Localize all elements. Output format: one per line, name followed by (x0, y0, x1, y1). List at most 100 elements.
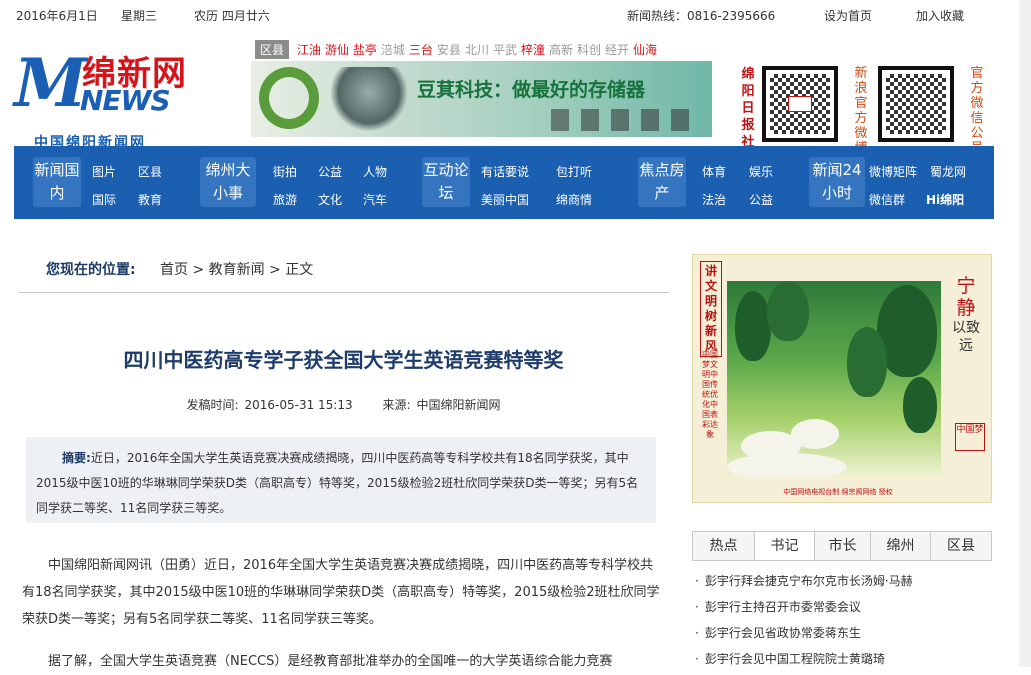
site-logo[interactable]: M 绵新网 NEWS 中国绵阳新闻网 (14, 42, 244, 152)
add-favorite-link[interactable]: 加入收藏 (916, 7, 964, 24)
ad-quote-big: 宁静 (956, 275, 976, 319)
civility-ad[interactable]: 讲文明树新风 中国梦文明中国传统优化中国表彩达象 宁静 以致远 中国梦 中国网络… (692, 254, 992, 503)
weibo-qr-code-icon[interactable] (762, 66, 838, 142)
county-link[interactable]: 盐亭 (353, 43, 377, 57)
main-nav: 新闻国内 图片 区县 国际 教育 绵州大小事 街拍 公益 人物 旅游 文化 汽车… (14, 146, 994, 219)
breadcrumb: 您现在的位置: 首页 > 教育新闻 > 正文 (18, 253, 669, 293)
nav-link-say[interactable]: 有话要说 (481, 163, 529, 180)
article-meta: 发稿时间: 2016-05-31 15:13 来源: 中国绵阳新闻网 (18, 396, 669, 413)
nav-group-mianzhou[interactable]: 绵州大小事 (200, 157, 256, 207)
weibo-label: 新浪官方微博 (854, 66, 868, 156)
article-abstract: 摘要:近日，2016年全国大学生英语竞赛决赛成绩揭晓，四川中医药高等专科学校共有… (26, 437, 656, 523)
abstract-text: 近日，2016年全国大学生英语竞赛决赛成绩揭晓，四川中医药高等专科学校共有18名… (36, 451, 639, 515)
list-item[interactable]: 彭宇行会见省政协常委蒋东生 (695, 620, 995, 646)
date-label: 发稿时间: (186, 398, 239, 412)
ad-stamp: 中国梦 (955, 423, 985, 451)
list-item[interactable]: 彭宇行主持召开市委常委会议 (695, 594, 995, 620)
nav-link-street[interactable]: 街拍 (273, 163, 297, 180)
news-tabs: 热点 书记 市长 绵州 区县 (692, 531, 992, 561)
ad-quote-small: 以致远 (952, 320, 980, 354)
ad-footer: 中国网络电视台制 绵宗阁网络 授权 (783, 488, 893, 496)
paragraph: 据了解，全国大学生英语竞赛（NECCS）是经教育部批准举办的全国唯一的大学英语综… (48, 654, 613, 669)
tab-secretary[interactable]: 书记 (755, 532, 815, 560)
nav-link-charity-2[interactable]: 公益 (749, 191, 773, 208)
breadcrumb-label: 您现在的位置: (46, 262, 136, 278)
header: M 绵新网 NEWS 中国绵阳新闻网 区县 江油 游仙 盐亭 涪城 三台 安县 北川 平武 梓潼… (0, 28, 1031, 156)
nav-link-auto[interactable]: 汽车 (363, 191, 387, 208)
weibo-seal: 绵阳日报社 (741, 67, 755, 150)
ad-banner[interactable]: 豆萁科技：做最好的存储器 (251, 61, 712, 137)
landscape-painting-image (727, 281, 941, 477)
county-links: 区县 江油 游仙 盐亭 涪城 三台 安县 北川 平武 梓潼 高新 科创 经开 仙海 (255, 40, 661, 59)
nav-group-domestic[interactable]: 新闻国内 (33, 157, 81, 207)
nav-link-weibo[interactable]: 微博矩阵 (869, 163, 917, 180)
q-logo-icon (259, 67, 319, 129)
list-item[interactable]: 彭宇行拜会捷克宁布尔克市长汤姆·马赫 (695, 568, 995, 594)
county-label: 区县 (255, 40, 290, 59)
weekday: 星期三 (121, 9, 158, 23)
list-item[interactable]: 彭宇行会见中国工程院院士黄璐琦 (695, 646, 995, 672)
nav-link-shulong[interactable]: 蜀龙网 (930, 163, 966, 180)
county-link[interactable]: 北川 (465, 43, 489, 57)
nav-link-culture[interactable]: 文化 (318, 191, 342, 208)
county-link[interactable]: 三台 (409, 43, 433, 57)
county-link[interactable]: 平武 (493, 43, 517, 57)
tab-mayor[interactable]: 市长 (815, 532, 871, 560)
county-link[interactable]: 游仙 (325, 43, 349, 57)
nav-link-education[interactable]: 教育 (138, 191, 162, 208)
article-body: 中国绵阳新闻网讯（田勇）近日，2016年全国大学生英语竞赛决赛成绩揭晓，四川中医… (22, 552, 662, 675)
tab-mianzhou[interactable]: 绵州 (871, 532, 931, 560)
lunar-date: 农历 四月廿六 (194, 9, 270, 23)
nav-link-entertainment[interactable]: 娱乐 (749, 163, 773, 180)
ad-quote: 宁静 以致远 (951, 275, 981, 355)
wechat-label: 官方微信公号 (970, 66, 984, 156)
chips-image (551, 109, 701, 131)
nav-link-people[interactable]: 人物 (363, 163, 387, 180)
county-link[interactable]: 涪城 (381, 43, 405, 57)
ad-vertical-title: 讲文明树新风 (700, 261, 722, 357)
nav-link-beautiful-china[interactable]: 美丽中国 (481, 191, 529, 208)
nav-group-realestate[interactable]: 焦点房产 (638, 157, 686, 207)
county-link[interactable]: 安县 (437, 43, 461, 57)
top-bar: 2016年6月1日 星期三 农历 四月廿六 新闻热线：0816-2395666 … (0, 0, 1031, 28)
robot-hand-image (329, 67, 409, 131)
tab-hot[interactable]: 热点 (693, 532, 755, 560)
source-label: 来源: (382, 398, 411, 412)
county-link[interactable]: 江油 (297, 43, 321, 57)
set-home-link[interactable]: 设为首页 (824, 7, 872, 24)
article-date: 2016-05-31 15:13 (244, 398, 353, 412)
abstract-label: 摘要: (62, 451, 91, 465)
county-link[interactable]: 梓潼 (521, 43, 545, 57)
wechat-qr-code-icon[interactable] (878, 66, 954, 142)
county-link[interactable]: 仙海 (633, 43, 657, 57)
logo-news: NEWS (80, 84, 171, 117)
nav-link-sports[interactable]: 体育 (702, 163, 726, 180)
nav-link-photos[interactable]: 图片 (92, 163, 116, 180)
nav-link-hi-mianyang[interactable]: Hi绵阳 (926, 191, 964, 208)
nav-link-business[interactable]: 绵商情 (556, 191, 592, 208)
paragraph: 中国绵阳新闻网讯（田勇）近日，2016年全国大学生英语竞赛决赛成绩揭晓，四川中医… (22, 558, 660, 627)
county-link[interactable]: 高新 (549, 43, 573, 57)
nav-group-forum[interactable]: 互动论坛 (422, 157, 470, 207)
breadcrumb-path[interactable]: 首页 > 教育新闻 > 正文 (160, 259, 313, 279)
nav-link-ask[interactable]: 包打听 (556, 163, 592, 180)
ad-small-text: 中国梦文明中国传统优化中国表彩达象 (702, 350, 718, 439)
nav-link-counties[interactable]: 区县 (138, 163, 162, 180)
tab-counties[interactable]: 区县 (931, 532, 991, 560)
logo-m: M (14, 44, 87, 122)
article-source: 中国绵阳新闻网 (416, 398, 501, 412)
article-title: 四川中医药高专学子获全国大学生英语竞赛特等奖 (123, 348, 564, 372)
nav-link-travel[interactable]: 旅游 (273, 191, 297, 208)
scrollbar[interactable] (1019, 0, 1031, 667)
county-link[interactable]: 经开 (605, 43, 629, 57)
hotline: 新闻热线：0816-2395666 (627, 9, 776, 23)
nav-link-law[interactable]: 法治 (702, 191, 726, 208)
nav-group-24h[interactable]: 新闻24小时 (809, 157, 865, 207)
county-link[interactable]: 科创 (577, 43, 601, 57)
nav-link-wechat[interactable]: 微信群 (869, 191, 905, 208)
nav-link-international[interactable]: 国际 (92, 191, 116, 208)
banner-text: 豆萁科技：做最好的存储器 (417, 79, 646, 101)
date: 2016年6月1日 (16, 9, 98, 23)
nav-link-charity[interactable]: 公益 (318, 163, 342, 180)
news-list: 彭宇行拜会捷克宁布尔克市长汤姆·马赫 彭宇行主持召开市委常委会议 彭宇行会见省政… (695, 568, 995, 672)
